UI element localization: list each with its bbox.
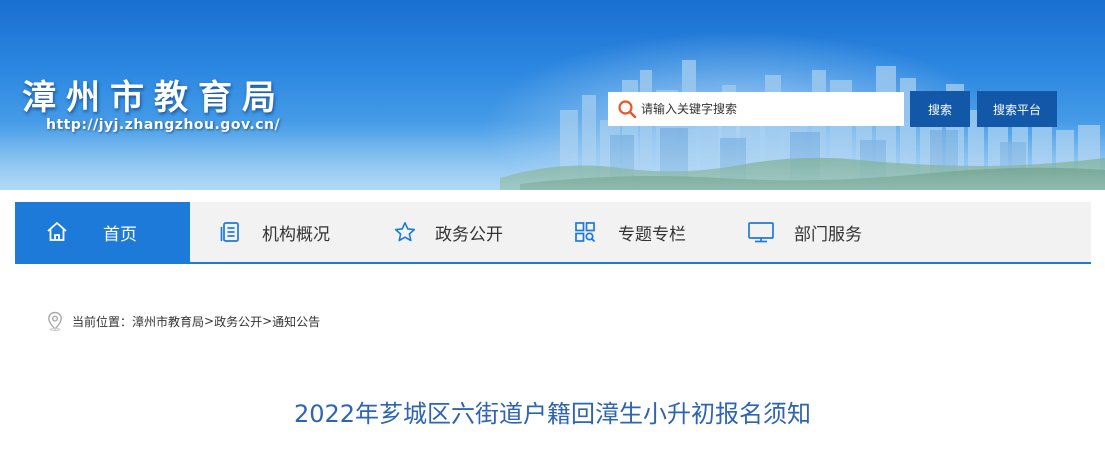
breadcrumb-link-government-affairs[interactable]: 政务公开 bbox=[214, 313, 262, 330]
grid-search-icon bbox=[573, 220, 597, 244]
search-button[interactable]: 搜索 bbox=[910, 91, 970, 127]
nav-item-label: 政务公开 bbox=[435, 224, 503, 245]
nav-item-department-services[interactable]: 部门服务 bbox=[725, 202, 905, 262]
nav-item-label: 专题专栏 bbox=[618, 224, 686, 245]
header-banner: 漳州市教育局 http://jyj.zhangzhou.gov.cn/ 搜索 搜… bbox=[0, 0, 1105, 190]
nav-item-label: 首页 bbox=[103, 224, 137, 245]
main-nav: 首页 机构概况 政务公开 专题专栏 部门服务 bbox=[15, 202, 1091, 264]
search-platform-button[interactable]: 搜索平台 bbox=[977, 91, 1057, 127]
nav-item-government-affairs[interactable]: 政务公开 bbox=[370, 202, 550, 262]
search-box bbox=[608, 92, 904, 126]
breadcrumb-prefix: 当前位置： bbox=[72, 314, 133, 329]
breadcrumb-link-home[interactable]: 漳州市教育局 bbox=[132, 313, 204, 330]
location-pin-icon bbox=[46, 311, 64, 331]
breadcrumb-link-notices[interactable]: 通知公告 bbox=[272, 313, 320, 330]
nav-item-label: 部门服务 bbox=[794, 224, 862, 245]
breadcrumb-separator: > bbox=[204, 314, 215, 328]
nav-item-label: 机构概况 bbox=[262, 224, 330, 245]
document-list-icon bbox=[218, 220, 242, 244]
article-title: 2022年芗城区六街道户籍回漳生小升初报名须知 bbox=[293, 400, 812, 428]
site-title: 漳州市教育局 bbox=[22, 78, 286, 118]
search-input[interactable] bbox=[641, 94, 891, 124]
nav-item-home[interactable]: 首页 bbox=[15, 202, 190, 262]
breadcrumb-separator: > bbox=[262, 314, 273, 328]
nav-item-special-topics[interactable]: 专题专栏 bbox=[550, 202, 725, 262]
star-icon bbox=[393, 220, 417, 244]
monitor-icon bbox=[747, 220, 775, 244]
nav-item-organization[interactable]: 机构概况 bbox=[190, 202, 370, 262]
page: 漳州市教育局 http://jyj.zhangzhou.gov.cn/ 搜索 搜… bbox=[0, 0, 1105, 449]
search-icon[interactable] bbox=[617, 99, 637, 119]
breadcrumb: 当前位置： 漳州市教育局 > 政务公开 > 通知公告 bbox=[46, 311, 320, 331]
home-icon bbox=[45, 220, 69, 244]
site-url: http://jyj.zhangzhou.gov.cn/ bbox=[46, 117, 281, 133]
